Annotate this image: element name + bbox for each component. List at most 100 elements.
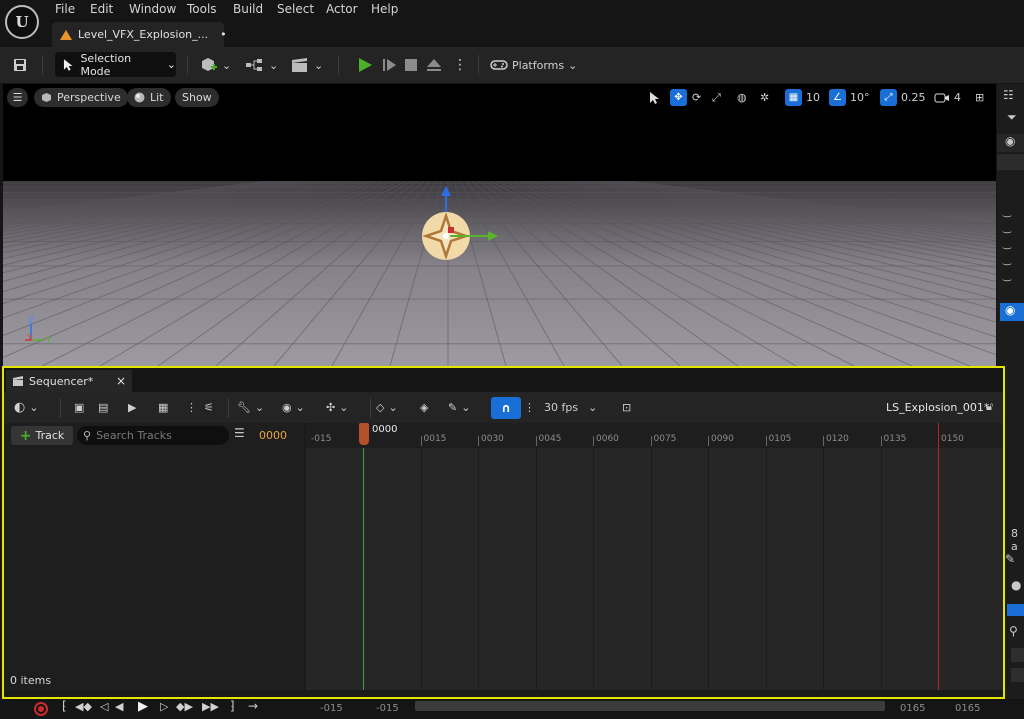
ruler-tick-mark bbox=[650, 436, 652, 446]
playhead-handle[interactable] bbox=[359, 423, 369, 445]
previous-key-button[interactable]: ◀◆ bbox=[75, 700, 92, 713]
curve-editor-button[interactable]: ⊡ bbox=[622, 394, 631, 420]
menu-actor[interactable]: Actor bbox=[326, 2, 358, 16]
play-button[interactable] bbox=[357, 52, 373, 78]
chevron-down-icon: ⌄ bbox=[269, 58, 279, 72]
grid-snap-button[interactable]: ▦ 10 bbox=[785, 88, 820, 107]
timeline-area[interactable]: -015 0015 0030 0045 0060 0075 0090 0105 0120 0135… bbox=[306, 423, 1003, 690]
sequence-options-button[interactable]: ⋮ bbox=[186, 394, 197, 420]
details-field[interactable] bbox=[1011, 668, 1024, 682]
play-options-button[interactable]: ⋮ bbox=[453, 52, 467, 78]
fps-dropdown[interactable]: 30 fps ⌄ bbox=[544, 394, 597, 420]
eye-icon: ◉ bbox=[1005, 134, 1016, 148]
view-start-value[interactable]: -015 bbox=[376, 703, 399, 714]
record-button[interactable] bbox=[34, 702, 48, 716]
menu-window[interactable]: Window bbox=[129, 2, 176, 16]
close-icon[interactable]: × bbox=[116, 374, 126, 388]
key-options-button[interactable]: ◇ ⌄ bbox=[376, 394, 398, 420]
search-icon[interactable]: ⚲ bbox=[1009, 624, 1018, 638]
filter-icon[interactable]: ⏷ bbox=[1007, 110, 1017, 125]
menu-build[interactable]: Build bbox=[233, 2, 263, 16]
world-local-button[interactable]: ◍ bbox=[737, 88, 747, 107]
material-sphere-icon[interactable]: ● bbox=[1011, 578, 1021, 592]
create-camera-button[interactable]: ▦ bbox=[158, 394, 168, 420]
platforms-dropdown[interactable]: Platforms ⌄ bbox=[490, 52, 577, 78]
level-viewport[interactable]: Z X Y ☰ Perspective Lit Show ✥ ⟳ ⤢ ◍ ✲ ▦… bbox=[3, 84, 996, 366]
view-end-value[interactable]: 0165 bbox=[900, 703, 925, 714]
save-sequence-button[interactable]: ▣ bbox=[74, 394, 84, 420]
lit-button[interactable]: Lit bbox=[127, 88, 171, 107]
scale-tool-button[interactable]: ⤢ bbox=[712, 88, 721, 107]
jump-end-marker-button[interactable]: ⁆ bbox=[230, 699, 235, 713]
find-in-browser-button[interactable]: ▤ bbox=[98, 394, 108, 420]
details-field[interactable] bbox=[1011, 648, 1024, 662]
camera-speed-button[interactable]: 4 bbox=[934, 88, 961, 107]
edit-icon[interactable]: ✎ bbox=[1005, 552, 1015, 566]
unreal-logo-icon[interactable]: U bbox=[5, 5, 39, 39]
transform-gizmo[interactable] bbox=[408, 184, 498, 264]
menu-edit[interactable]: Edit bbox=[90, 2, 113, 16]
scale-snap-button[interactable]: ⤢ 0.25 bbox=[880, 88, 926, 107]
render-movie-button[interactable]: ▶ bbox=[128, 394, 136, 420]
hidden-eye-icon[interactable]: ‿ bbox=[1003, 271, 1011, 282]
range-start-value[interactable]: -015 bbox=[320, 703, 343, 714]
menu-tools[interactable]: Tools bbox=[187, 2, 217, 16]
next-key-button[interactable]: ◆▶ bbox=[176, 700, 193, 713]
view-options-button[interactable]: ◉ ⌄ bbox=[282, 394, 305, 420]
timeline-scrollbar[interactable] bbox=[415, 701, 885, 711]
edit-mode-button[interactable]: ✎ ⌄ bbox=[448, 394, 470, 420]
lock-button[interactable]: 🔓︎ bbox=[986, 394, 993, 420]
menu-select[interactable]: Select bbox=[277, 2, 314, 16]
auto-key-button[interactable]: ◈ bbox=[420, 394, 428, 420]
range-end-value[interactable]: 0165 bbox=[955, 703, 980, 714]
rotation-snap-button[interactable]: ∠ 10° bbox=[829, 88, 870, 107]
surface-snap-button[interactable]: ✲ bbox=[760, 88, 769, 107]
selected-component[interactable] bbox=[1007, 604, 1024, 616]
add-actor-button[interactable]: ⌄ bbox=[200, 52, 231, 78]
level-document-tab[interactable]: Level_VFX_Explosion_... • bbox=[52, 22, 227, 47]
outliner-icon[interactable]: ☷ bbox=[1003, 88, 1014, 102]
step-button[interactable] bbox=[381, 52, 397, 78]
hierarchy-button[interactable]: ⚟ bbox=[204, 394, 214, 420]
show-button[interactable]: Show bbox=[175, 88, 219, 107]
add-track-button[interactable]: + Track bbox=[11, 426, 73, 445]
search-tracks-input[interactable] bbox=[96, 429, 217, 442]
menu-file[interactable]: File bbox=[55, 2, 75, 16]
save-button[interactable] bbox=[12, 52, 28, 78]
viewport-options-button[interactable]: ☰ bbox=[7, 88, 28, 107]
snap-toggle-button[interactable]: ∩ bbox=[491, 397, 521, 419]
loop-button[interactable]: → bbox=[248, 699, 258, 713]
viewport-layout-button[interactable]: ⊞ bbox=[975, 88, 984, 107]
hidden-eye-icon[interactable]: ‿ bbox=[1003, 223, 1011, 234]
jump-to-end-button[interactable]: ▶▶ bbox=[202, 700, 219, 713]
eject-button[interactable] bbox=[426, 52, 442, 78]
playback-options-button[interactable]: ✣ ⌄ bbox=[326, 394, 348, 420]
translate-tool-button[interactable]: ✥ bbox=[670, 88, 687, 107]
reverse-play-button[interactable]: ◀ bbox=[115, 700, 123, 713]
sequencer-tab[interactable]: Sequencer* × bbox=[6, 370, 132, 392]
outliner-row-active[interactable]: ◉ bbox=[1000, 303, 1024, 321]
filter-icon[interactable]: ☰ bbox=[234, 426, 245, 440]
hidden-eye-icon[interactable]: ‿ bbox=[1003, 239, 1011, 250]
hidden-eye-icon[interactable]: ‿ bbox=[1003, 207, 1011, 218]
snap-options-button[interactable]: ⋮ bbox=[524, 394, 535, 420]
outliner-row-selected[interactable] bbox=[997, 154, 1024, 170]
blueprint-button[interactable]: ⌄ bbox=[245, 52, 278, 78]
current-frame-display[interactable]: 0000 bbox=[259, 429, 287, 442]
menu-help[interactable]: Help bbox=[371, 2, 398, 16]
actions-button[interactable]: 🔧︎ ⌄ bbox=[237, 394, 264, 420]
stop-button[interactable] bbox=[404, 52, 418, 78]
step-back-button[interactable]: ◁ bbox=[100, 700, 108, 713]
outliner-row[interactable]: ◉ bbox=[997, 134, 1024, 152]
hidden-eye-icon[interactable]: ‿ bbox=[1003, 255, 1011, 266]
jump-to-start-button[interactable]: ⁅ bbox=[62, 699, 67, 713]
rotate-tool-button[interactable]: ⟳ bbox=[692, 88, 701, 107]
cinematics-button[interactable]: ⌄ bbox=[290, 52, 323, 78]
select-tool-button[interactable] bbox=[649, 88, 661, 107]
search-tracks-box[interactable]: ⚲ bbox=[77, 426, 229, 445]
selection-mode-dropdown[interactable]: Selection Mode ⌄ bbox=[55, 52, 176, 78]
perspective-button[interactable]: Perspective bbox=[34, 88, 128, 107]
world-context-button[interactable]: ◐ ⌄ bbox=[14, 394, 39, 420]
step-forward-button[interactable]: ▷ bbox=[160, 700, 168, 713]
transport-play-button[interactable]: ▶ bbox=[138, 699, 148, 714]
